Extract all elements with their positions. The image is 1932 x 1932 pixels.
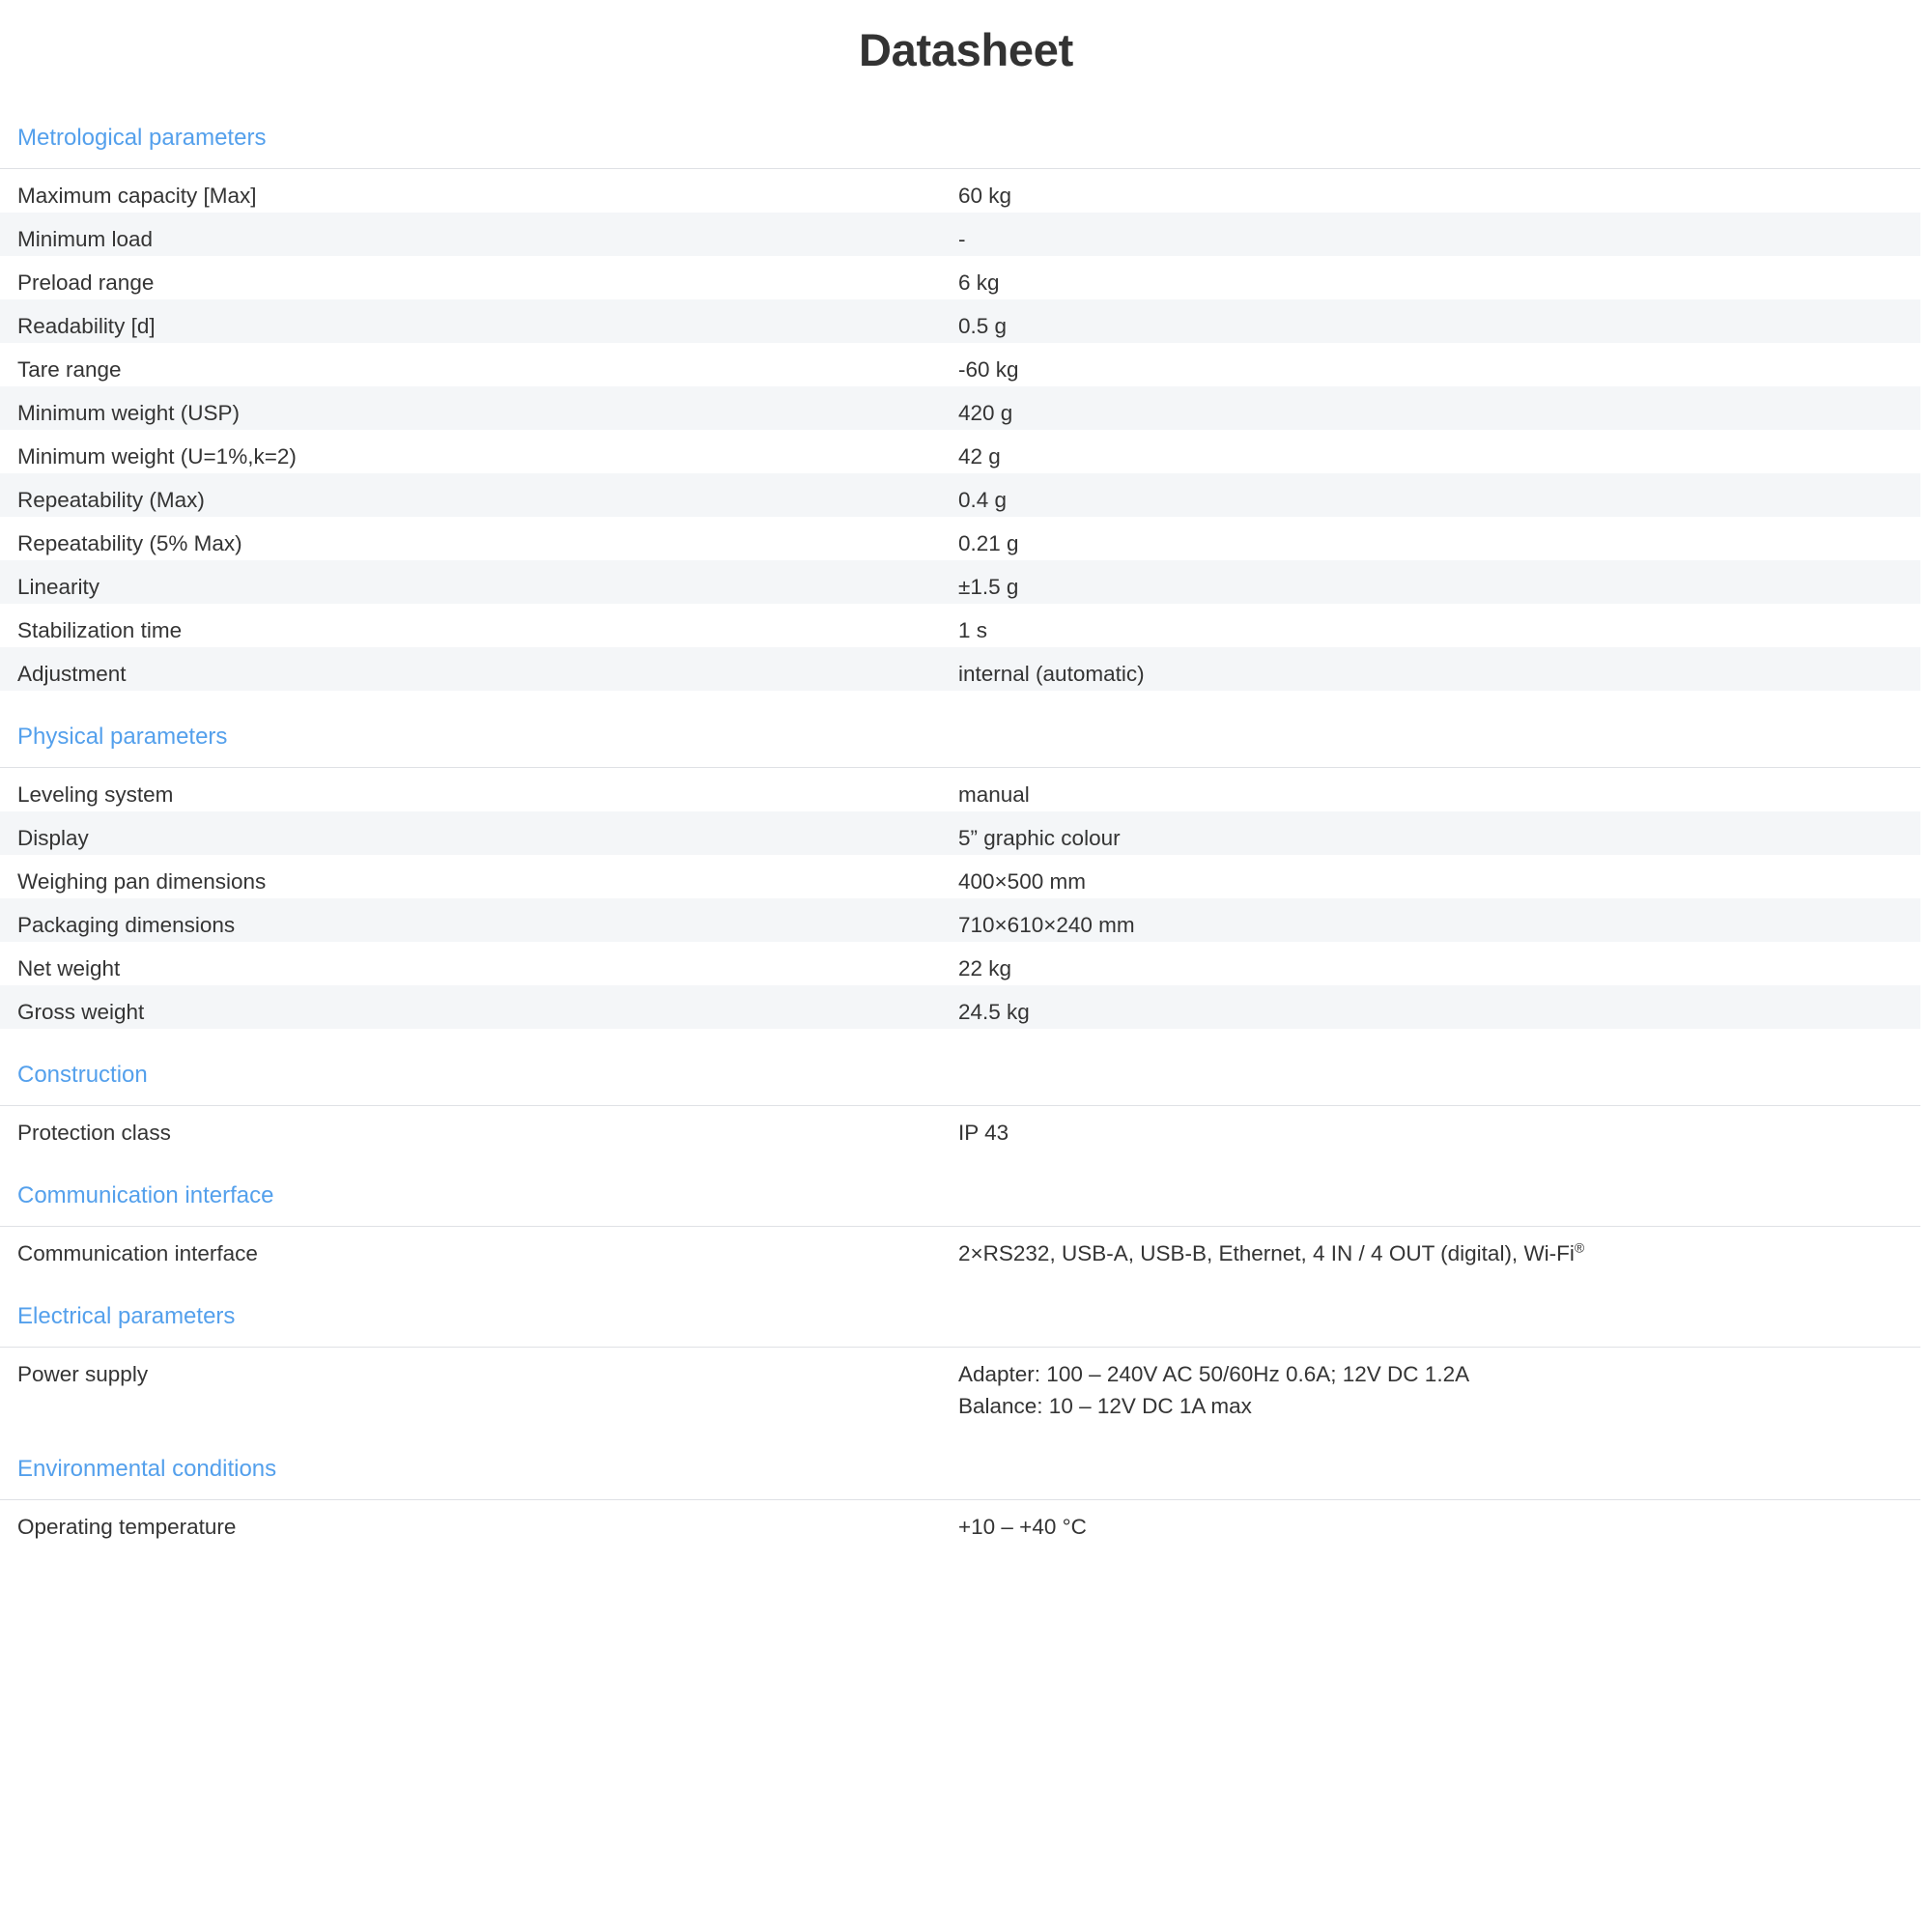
table-row: Weighing pan dimensions 400×500 mm — [0, 855, 1920, 898]
table-row: Power supply Adapter: 100 – 240V AC 50/60… — [0, 1348, 1920, 1423]
table-row: Operating temperature +10 – +40 °C — [0, 1500, 1920, 1544]
row-value: IP 43 — [958, 1121, 1009, 1146]
table-row: Repeatability (Max) 0.4 g — [0, 473, 1920, 518]
row-value: internal (automatic) — [958, 662, 1145, 687]
table-row: Minimum weight (USP) 420 g — [0, 386, 1920, 431]
row-label: Minimum load — [17, 227, 154, 252]
row-value: - — [958, 227, 966, 252]
datasheet-page: Datasheet Metrological parameters Maximum… — [0, 0, 1932, 1544]
section-header: Metrological parameters — [17, 124, 267, 151]
row-label: Weighing pan dimensions — [17, 869, 267, 895]
row-label: Readability [d] — [17, 314, 156, 339]
row-value: 710×610×240 mm — [958, 913, 1135, 938]
row-value: Adapter: 100 – 240V AC 50/60Hz 0.6A; 12V… — [958, 1362, 1470, 1418]
section-header: Electrical parameters — [17, 1302, 236, 1329]
row-value: 400×500 mm — [958, 869, 1086, 895]
section-header: Physical parameters — [17, 723, 228, 750]
row-label: Gross weight — [17, 1000, 145, 1025]
datasheet-section: Construction Protection class IP 43 — [0, 1058, 1920, 1150]
section-rows: Maximum capacity [Max] 60 kg Minimum load -… — [0, 169, 1920, 692]
row-label: Repeatability (5% Max) — [17, 531, 242, 556]
table-row: Gross weight 24.5 kg — [0, 985, 1920, 1030]
row-value: 0.5 g — [958, 314, 1008, 339]
row-value: 420 g — [958, 401, 1013, 426]
datasheet-section: Metrological parameters Maximum capacity … — [0, 121, 1920, 692]
row-label: Communication interface — [17, 1241, 258, 1266]
table-row: Protection class IP 43 — [0, 1106, 1920, 1150]
row-value: 5” graphic colour — [958, 826, 1121, 851]
table-row: Adjustment internal (automatic) — [0, 647, 1920, 692]
section-rows: Communication interface 2×RS232, USB-A, U… — [0, 1227, 1920, 1270]
datasheet-section: Communication interface Communication int… — [0, 1179, 1920, 1270]
section-header: Communication interface — [17, 1181, 274, 1208]
row-value: +10 – +40 °C — [958, 1515, 1087, 1540]
table-row: Leveling system manual — [0, 768, 1920, 811]
datasheet-sections: Metrological parameters Maximum capacity … — [0, 121, 1932, 1544]
table-row: Communication interface 2×RS232, USB-A, U… — [0, 1227, 1920, 1270]
row-value: 60 kg — [958, 184, 1012, 209]
row-label: Packaging dimensions — [17, 913, 236, 938]
table-row: Preload range 6 kg — [0, 256, 1920, 299]
table-row: Readability [d] 0.5 g — [0, 299, 1920, 344]
row-value: 0.4 g — [958, 488, 1008, 513]
row-value: 0.21 g — [958, 531, 1019, 556]
table-row: Display 5” graphic colour — [0, 811, 1920, 856]
row-label: Tare range — [17, 357, 122, 383]
row-label: Maximum capacity [Max] — [17, 184, 257, 209]
table-row: Maximum capacity [Max] 60 kg — [0, 169, 1920, 213]
datasheet-section: Electrical parameters Power supply Adapter… — [0, 1299, 1920, 1423]
table-row: Tare range -60 kg — [0, 343, 1920, 386]
row-label: Stabilization time — [17, 618, 183, 643]
section-rows: Power supply Adapter: 100 – 240V AC 50/60… — [0, 1348, 1920, 1423]
row-value: -60 kg — [958, 357, 1019, 383]
row-label: Adjustment — [17, 662, 127, 687]
row-label: Leveling system — [17, 782, 174, 808]
section-rows: Operating temperature +10 – +40 °C — [0, 1500, 1920, 1544]
row-value: 1 s — [958, 618, 988, 643]
row-label: Operating temperature — [17, 1515, 237, 1540]
section-header: Environmental conditions — [17, 1455, 277, 1482]
row-value: ±1.5 g — [958, 575, 1019, 600]
table-row: Stabilization time 1 s — [0, 604, 1920, 647]
row-value: 22 kg — [958, 956, 1012, 981]
section-rows: Protection class IP 43 — [0, 1106, 1920, 1150]
section-header: Construction — [17, 1061, 148, 1088]
row-label: Linearity — [17, 575, 100, 600]
row-value: 6 kg — [958, 270, 1000, 296]
row-label: Minimum weight (USP) — [17, 401, 241, 426]
row-label: Minimum weight (U=1%,k=2) — [17, 444, 297, 469]
row-label: Repeatability (Max) — [17, 488, 205, 513]
row-label: Net weight — [17, 956, 121, 981]
row-label: Power supply — [17, 1362, 149, 1387]
section-rows: Leveling system manual Display 5” graphic c… — [0, 768, 1920, 1030]
datasheet-section: Environmental conditions Operating temper… — [0, 1452, 1920, 1544]
table-row: Minimum weight (U=1%,k=2) 42 g — [0, 430, 1920, 473]
row-value: 42 g — [958, 444, 1001, 469]
row-value: 2×RS232, USB-A, USB-B, Ethernet, 4 IN / … — [958, 1239, 1585, 1266]
row-value: manual — [958, 782, 1030, 808]
table-row: Repeatability (5% Max) 0.21 g — [0, 517, 1920, 560]
row-label: Display — [17, 826, 89, 851]
row-label: Preload range — [17, 270, 155, 296]
table-row: Net weight 22 kg — [0, 942, 1920, 985]
row-label: Protection class — [17, 1121, 171, 1146]
datasheet-section: Physical parameters Leveling system manual… — [0, 720, 1920, 1030]
table-row: Packaging dimensions 710×610×240 mm — [0, 898, 1920, 943]
page-title: Datasheet — [859, 24, 1073, 75]
row-value: 24.5 kg — [958, 1000, 1030, 1025]
table-row: Linearity ±1.5 g — [0, 560, 1920, 605]
table-row: Minimum load - — [0, 213, 1920, 257]
